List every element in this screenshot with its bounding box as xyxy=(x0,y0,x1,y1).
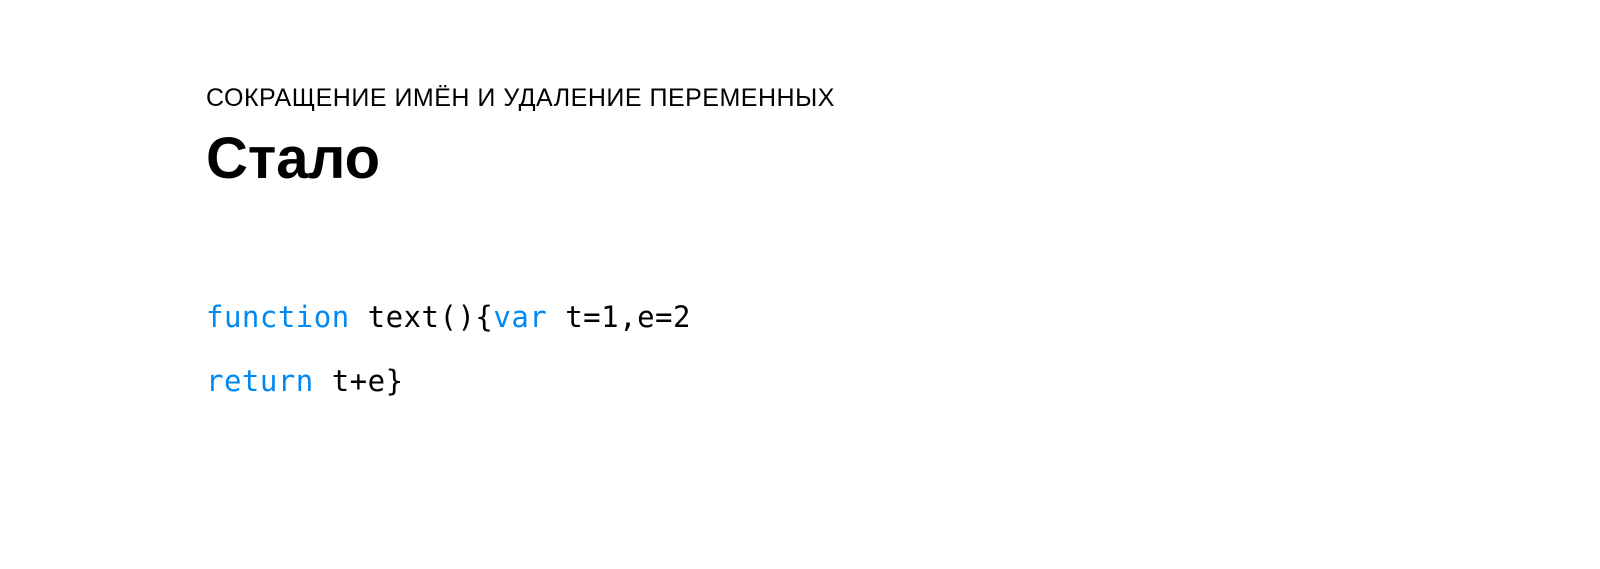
slide-content: СОКРАЩЕНИЕ ИМЁН И УДАЛЕНИЕ ПЕРЕМЕННЫХ Ст… xyxy=(206,84,835,413)
code-text: t=1,e=2 xyxy=(547,300,691,334)
slide-title: Стало xyxy=(206,127,835,191)
code-text: text(){ xyxy=(350,300,494,334)
code-block: function text(){var t=1,e=2 return t+e} xyxy=(206,286,835,414)
keyword-var: var xyxy=(493,300,547,334)
slide-eyebrow: СОКРАЩЕНИЕ ИМЁН И УДАЛЕНИЕ ПЕРЕМЕННЫХ xyxy=(206,84,835,113)
code-line-1: function text(){var t=1,e=2 xyxy=(206,286,835,350)
keyword-return: return xyxy=(206,364,314,398)
keyword-function: function xyxy=(206,300,350,334)
code-line-2: return t+e} xyxy=(206,350,835,414)
code-text: t+e} xyxy=(314,364,404,398)
